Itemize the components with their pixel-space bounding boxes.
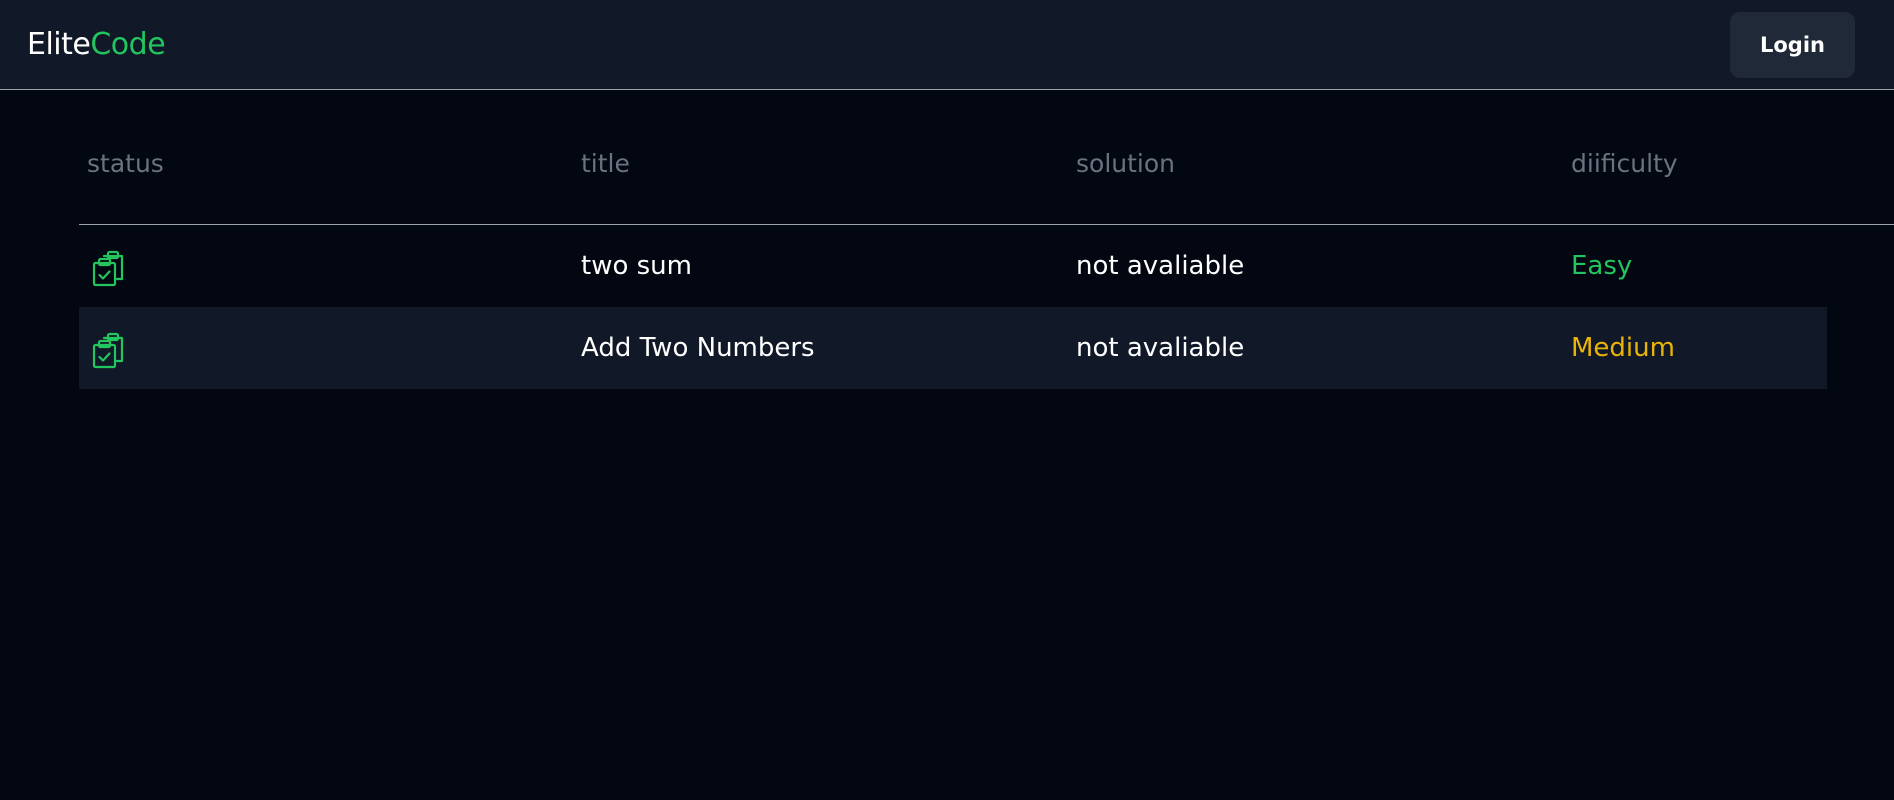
problem-solution: not avaliable <box>1076 251 1245 281</box>
brand-logo[interactable]: EliteCode <box>27 26 166 64</box>
brand-text-elite: Elite <box>27 27 91 62</box>
difficulty-easy: Easy <box>1571 251 1633 281</box>
problems-table: status title solution diificulty two sum… <box>79 91 1894 389</box>
navbar: EliteCode Login <box>0 0 1894 90</box>
login-button[interactable]: Login <box>1730 12 1855 78</box>
problem-title[interactable]: Add Two Numbers <box>581 307 815 389</box>
difficulty-medium: Medium <box>1571 333 1675 363</box>
table-row[interactable]: Add Two Numbers not avaliable Medium <box>79 307 1827 389</box>
header-solution: solution <box>1076 149 1175 178</box>
clipboard-check-icon <box>92 250 124 287</box>
header-title: title <box>581 149 630 178</box>
table-header: status title solution diificulty <box>79 91 1894 225</box>
header-status: status <box>87 149 164 178</box>
brand-text-code: Code <box>90 27 166 62</box>
clipboard-check-icon <box>92 332 124 369</box>
table-row[interactable]: two sum not avaliable Easy <box>79 225 1827 307</box>
header-difficulty: diificulty <box>1571 149 1678 178</box>
problem-title[interactable]: two sum <box>581 225 692 307</box>
problem-solution: not avaliable <box>1076 333 1245 363</box>
